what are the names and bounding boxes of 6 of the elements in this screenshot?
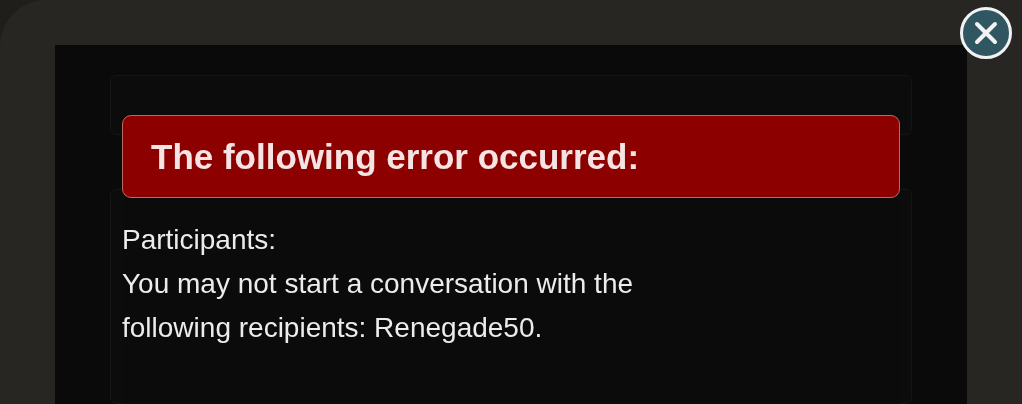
error-message: You may not start a conversation with the [122,267,635,301]
close-button[interactable] [960,7,1012,59]
error-message: Participants: [122,223,278,257]
close-icon [974,21,998,45]
error-title: The following error occurred: [151,136,640,177]
error-message: following recipients: Renegade50. [122,311,544,345]
